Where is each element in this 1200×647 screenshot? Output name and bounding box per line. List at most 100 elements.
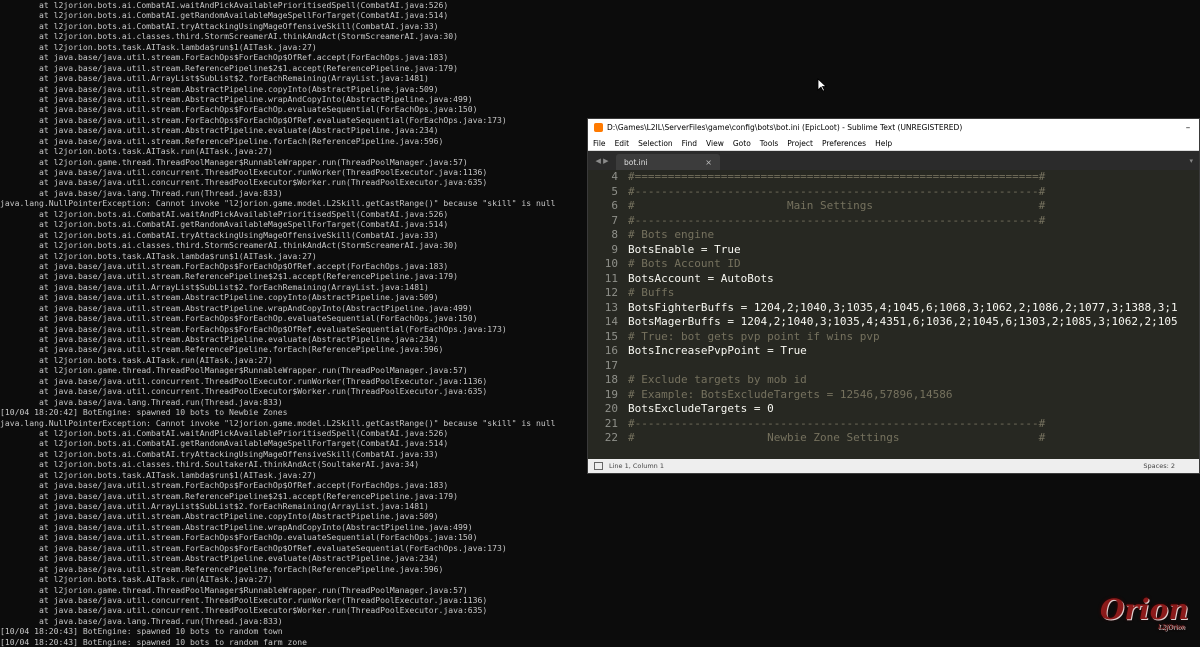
console-line: at java.base/java.util.stream.AbstractPi… [0, 521, 473, 532]
code-comment: # Example: BotsExcludeTargets = 12546,57… [628, 387, 953, 401]
code-line: 9 BotsEnable = True [588, 243, 1199, 258]
code-line: 20 BotsExcludeTargets = 0 [588, 402, 1199, 417]
code-comment: # Main Settings # [628, 199, 1046, 212]
logo-subtext: L2jOrion [1158, 624, 1185, 631]
console-line: at l2jorion.bots.ai.classes.third.StormS… [0, 31, 459, 42]
code-editor[interactable]: 4 #======================================… [588, 170, 1199, 460]
code-line: 21 #-------------------------------------… [588, 417, 1199, 432]
line-number: 18 [604, 373, 618, 386]
status-bar: Line 1, Column 1 Spaces: 2 [588, 459, 1199, 473]
menu-tools[interactable]: Tools [760, 139, 778, 148]
menu-goto[interactable]: Goto [733, 139, 751, 148]
tab-bar: ◀ ▶ bot.ini × ▾ [588, 151, 1199, 171]
code-text: BotsEnable = True [628, 242, 741, 256]
menu-view[interactable]: View [706, 139, 724, 148]
line-number: 13 [604, 300, 618, 314]
menu-project[interactable]: Project [787, 139, 813, 148]
code-comment: # Bots Account ID [628, 257, 741, 270]
tab-dropdown-icon[interactable]: ▾ [1189, 151, 1199, 171]
code-comment: # Bots engine [628, 228, 715, 241]
code-text: BotsExcludeTargets = 0 [628, 402, 774, 415]
console-line: at java.base/java.util.ArrayList$SubList… [0, 501, 429, 511]
line-number: 8 [611, 228, 618, 241]
line-number: 17 [604, 358, 618, 372]
code-line: 4 #======================================… [588, 170, 1199, 185]
code-comment: #---------------------------------------… [628, 213, 1046, 227]
line-number: 5 [611, 184, 618, 198]
indentation-status[interactable]: Spaces: 2 [1143, 462, 1199, 470]
menu-find[interactable]: Find [682, 139, 697, 148]
console-line: [10/04 18:20:43] BotEngine: spawned 10 b… [0, 626, 283, 637]
menu-file[interactable]: File [593, 139, 606, 148]
line-number: 7 [611, 213, 618, 227]
line-number: 20 [604, 402, 618, 415]
code-line: 14 BotsMagerBuffs = 1204,2;1040,3;1035,4;… [588, 315, 1199, 330]
window-titlebar[interactable]: D:\Games\L2IL\ServerFiles\game\config\bo… [588, 119, 1199, 136]
console-line: at java.base/java.util.concurrent.Thread… [0, 594, 488, 605]
console-line: at java.base/java.util.stream.ForEachOps… [0, 542, 507, 553]
console-line: at l2jorion.bots.ai.CombatAI.waitAndPick… [0, 0, 449, 10]
code-comment: # True: bot gets pvp point if wins pvp [628, 329, 880, 343]
console-line: at java.base/java.util.concurrent.Thread… [0, 605, 488, 616]
line-number: 19 [604, 387, 618, 401]
code-line: 8 # Bots engine [588, 228, 1199, 243]
line-number: 9 [611, 242, 618, 256]
code-line: 19 # Example: BotsExcludeTargets = 12546,… [588, 388, 1199, 403]
console-line: at java.base/java.util.stream.ForEachOps… [0, 52, 449, 63]
code-text: BotsAccount = AutoBots [628, 271, 774, 285]
code-line: 16 BotsIncreasePvpPoint = True [588, 344, 1199, 359]
console-line: at java.base/java.util.stream.ReferenceP… [0, 490, 459, 501]
line-number: 6 [611, 199, 618, 212]
code-comment: # Buffs [628, 286, 675, 299]
code-line: 11 BotsAccount = AutoBots [588, 272, 1199, 287]
console-line: at l2jorion.bots.ai.CombatAI.tryAttackin… [0, 20, 439, 31]
code-comment: # Exclude targets by mob id [628, 373, 807, 386]
line-number: 16 [604, 344, 618, 357]
sublime-text-window: D:\Games\L2IL\ServerFiles\game\config\bo… [587, 118, 1200, 474]
console-line: at java.base/java.util.stream.ForEachOps… [0, 532, 478, 543]
console-line: at l2jorion.bots.ai.CombatAI.getRandomAv… [0, 10, 449, 21]
window-title: D:\Games\L2IL\ServerFiles\game\config\bo… [607, 123, 963, 132]
code-text: BotsMagerBuffs = 1204,2;1040,3;1035,4;43… [628, 315, 1178, 328]
line-number: 4 [611, 170, 618, 183]
line-number: 15 [604, 329, 618, 343]
code-text: BotsFighterBuffs = 1204,2;1040,3;1035,4;… [628, 300, 1178, 314]
console-line: at l2jorion.game.thread.ThreadPoolManage… [0, 584, 468, 595]
code-line: 6 # Main Settings # [588, 199, 1199, 214]
line-number: 12 [604, 286, 618, 299]
line-number: 11 [604, 271, 618, 285]
minimize-icon[interactable]: – [1177, 123, 1199, 133]
tab-close-icon[interactable]: × [705, 158, 712, 167]
code-line: 17 [588, 359, 1199, 374]
console-line: at java.base/java.util.stream.AbstractPi… [0, 83, 439, 94]
code-comment: #---------------------------------------… [628, 184, 1046, 198]
sublime-app-icon [594, 123, 603, 132]
console-line: at java.base/java.util.stream.ForEachOps… [0, 480, 449, 491]
tab-bot-ini[interactable]: bot.ini × [616, 154, 720, 171]
console-line: at java.base/java.util.stream.ForEachOps… [0, 104, 478, 115]
line-number: 14 [604, 315, 618, 328]
console-line: at java.base/java.util.stream.ReferenceP… [0, 62, 459, 73]
menu-bar: File Edit Selection Find View Goto Tools… [588, 136, 1199, 151]
logo-text: Orion [1100, 593, 1189, 626]
tab-nav-arrows-icon[interactable]: ◀ ▶ [588, 151, 616, 171]
code-line: 15 # True: bot gets pvp point if wins pvp [588, 330, 1199, 345]
console-line: at java.base/java.util.stream.AbstractPi… [0, 553, 439, 564]
console-line: at java.base/java.util.stream.AbstractPi… [0, 93, 473, 104]
panel-toggle-icon[interactable] [594, 462, 603, 470]
menu-help[interactable]: Help [875, 139, 892, 148]
code-comment: #---------------------------------------… [628, 416, 1046, 430]
menu-selection[interactable]: Selection [638, 139, 673, 148]
console-line: at java.base/java.util.stream.AbstractPi… [0, 511, 439, 522]
code-line: 5 #--------------------------------------… [588, 185, 1199, 200]
menu-preferences[interactable]: Preferences [822, 139, 866, 148]
console-line: at l2jorion.bots.task.AITask.lambda$run$… [0, 41, 317, 52]
code-line: 13 BotsFighterBuffs = 1204,2;1040,3;1035,… [588, 301, 1199, 316]
line-number: 22 [604, 431, 618, 444]
line-number: 10 [604, 257, 618, 270]
orion-logo: Orion L2jOrion [1100, 593, 1190, 635]
line-number: 21 [604, 416, 618, 430]
console-line: at java.base/java.util.ArrayList$SubList… [0, 73, 429, 84]
code-comment: # Newbie Zone Settings # [628, 431, 1046, 444]
menu-edit[interactable]: Edit [615, 139, 630, 148]
